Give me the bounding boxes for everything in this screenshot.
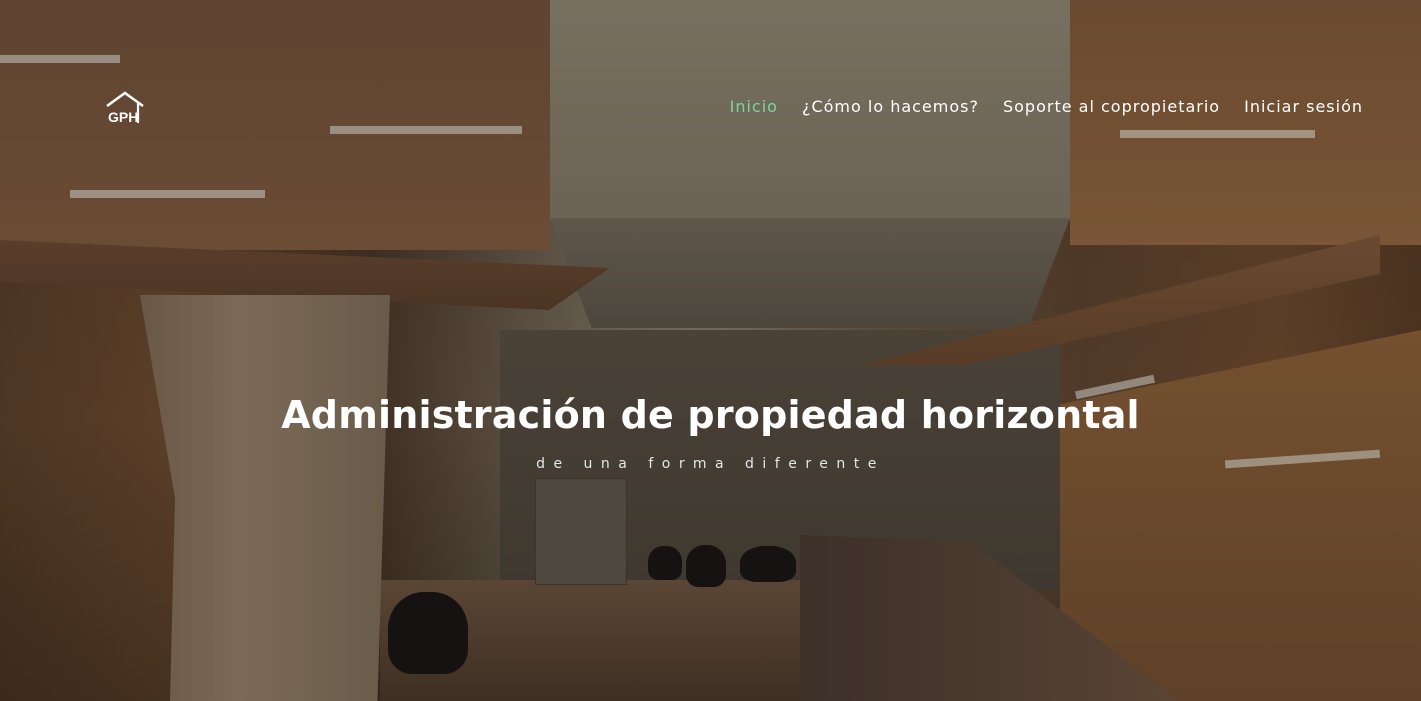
- hero-title: Administración de propiedad horizontal: [281, 393, 1140, 437]
- hero-subtitle: de una forma diferente: [536, 456, 885, 472]
- background-ceiling-right: [1070, 0, 1421, 245]
- ceiling-light-strip: [70, 190, 265, 198]
- background-ceiling-left: [0, 0, 550, 250]
- lobby-chair: [388, 592, 468, 674]
- main-navigation: Inicio ¿Cómo lo hacemos? Soporte al copr…: [706, 97, 1363, 116]
- brand-logo[interactable]: GPH: [105, 90, 145, 126]
- logo-text: GPH: [108, 109, 138, 125]
- ceiling-light-strip: [1120, 130, 1315, 138]
- hero-section: GPH Inicio ¿Cómo lo hacemos? Soporte al …: [0, 0, 1421, 701]
- ceiling-light-strip: [0, 55, 120, 63]
- lobby-chair: [648, 546, 682, 580]
- nav-item-como-lo-hacemos[interactable]: ¿Cómo lo hacemos?: [802, 97, 979, 116]
- house-roof-icon: GPH: [106, 91, 144, 125]
- nav-item-soporte[interactable]: Soporte al copropietario: [1003, 97, 1220, 116]
- lobby-chair: [686, 545, 726, 587]
- ceiling-light-strip: [330, 126, 522, 134]
- background-column: [140, 295, 390, 701]
- nav-item-iniciar-sesion[interactable]: Iniciar sesión: [1244, 97, 1363, 116]
- background-soffit: [550, 218, 1070, 328]
- lobby-chair: [740, 546, 796, 582]
- background-door: [535, 478, 627, 585]
- nav-item-inicio[interactable]: Inicio: [730, 97, 778, 116]
